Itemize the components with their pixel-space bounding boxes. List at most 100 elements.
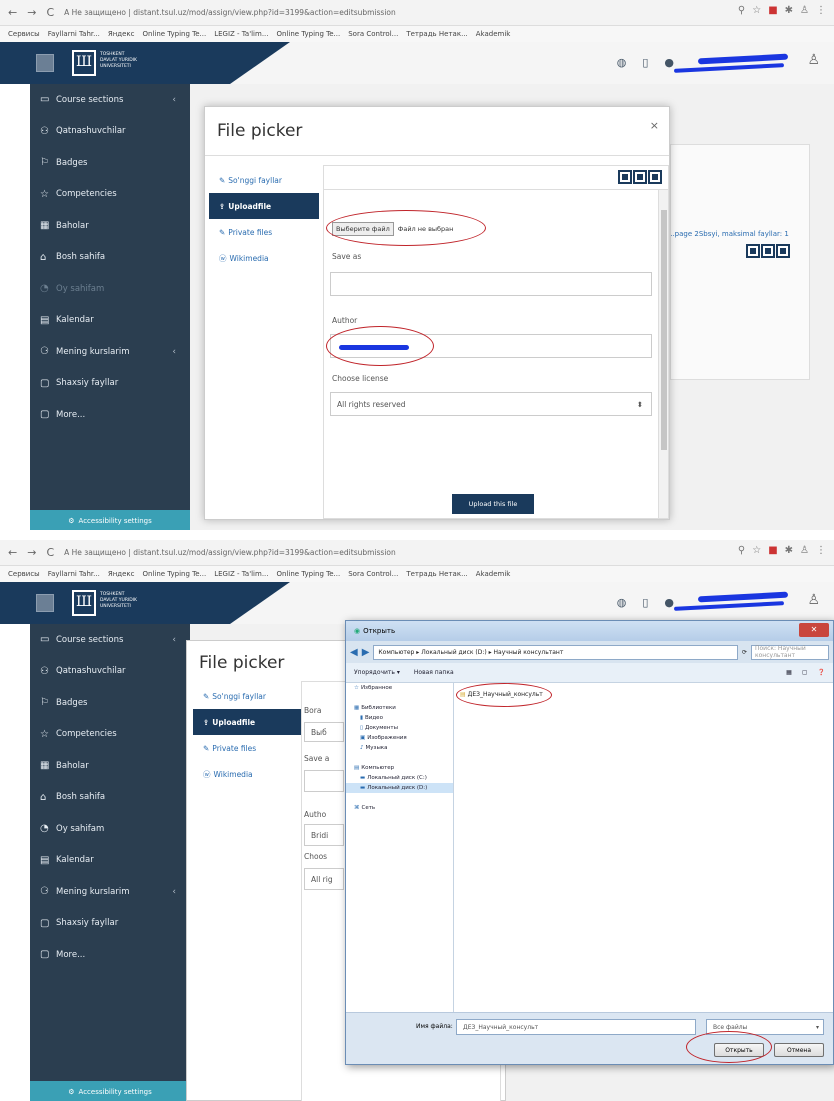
sidebar-item[interactable]: ▤ Kalendar xyxy=(30,845,190,877)
nav-pane-item[interactable]: ▦ Библиотеки xyxy=(346,703,453,713)
bookmark-item[interactable]: Akademik xyxy=(476,30,511,38)
nav-pane-item[interactable]: ▯ Документы xyxy=(346,723,453,733)
bookmark-item[interactable]: LEGIZ - Ta'lim... xyxy=(214,570,268,578)
globe-icon[interactable]: ◍ xyxy=(617,596,627,609)
zoom-icon[interactable]: ⚲ xyxy=(738,5,745,16)
reload-icon[interactable]: C xyxy=(46,546,54,559)
drawer-toggle-button[interactable] xyxy=(36,594,54,612)
nav-pane-item[interactable]: ▬ Локальный диск (D:) xyxy=(346,783,453,793)
repository-item[interactable]: ✎ Private files xyxy=(209,219,319,245)
sidebar-item[interactable]: ◔ Oy sahifam xyxy=(30,813,190,845)
view-icon[interactable]: ▦ xyxy=(786,669,792,676)
help-icon[interactable]: ❓ xyxy=(818,669,825,676)
sidebar-item[interactable]: ◔ Oy sahifam xyxy=(30,273,190,305)
reload-icon[interactable]: C xyxy=(46,6,54,19)
bookmark-item[interactable]: Sora Control... xyxy=(348,30,398,38)
repository-item[interactable]: ✎ So'nggi fayllar xyxy=(193,683,303,709)
bell-icon[interactable]: ▯ xyxy=(642,596,648,609)
repository-item[interactable]: ⇪ Uploadfile xyxy=(209,193,319,219)
university-logo[interactable]: Ш xyxy=(72,50,96,76)
star-icon[interactable]: ☆ xyxy=(752,5,761,16)
nav-pane-item[interactable]: ▤ Компьютер xyxy=(346,763,453,773)
bookmark-item[interactable]: Тетрадь Нетак... xyxy=(406,570,467,578)
sidebar-item[interactable]: ▢ Shaxsiy fayllar xyxy=(30,368,190,400)
nav-pane-item[interactable]: ☆ Избранное xyxy=(346,683,453,693)
bookmark-item[interactable]: Яндекс xyxy=(108,570,135,578)
menu-icon[interactable]: ⋮ xyxy=(816,545,826,556)
sidebar-item[interactable]: ⚐ Badges xyxy=(30,687,190,719)
dialog-search-input[interactable]: Поиск: Научный консультант xyxy=(751,644,829,660)
preview-pane-icon[interactable]: ▢ xyxy=(802,669,808,676)
puzzle-icon[interactable]: ✱ xyxy=(785,545,793,556)
repository-item[interactable]: ✎ So'nggi fayllar xyxy=(209,167,319,193)
university-logo[interactable]: Ш xyxy=(72,590,96,616)
accessibility-settings-button[interactable]: ⚙ Accessibility settings xyxy=(30,510,190,530)
sidebar-item[interactable]: ▦ Baholar xyxy=(30,210,190,242)
repository-item[interactable]: ✎ Private files xyxy=(193,735,303,761)
sidebar-item[interactable]: ▤ Kalendar xyxy=(30,305,190,337)
close-icon[interactable]: × xyxy=(650,119,659,132)
choose-file-short[interactable]: Выб xyxy=(304,722,344,742)
sidebar-item[interactable]: ☆ Competencies xyxy=(30,719,190,751)
bookmark-item[interactable]: Online Typing Te... xyxy=(277,30,341,38)
accessibility-settings-button[interactable]: ⚙ Accessibility settings xyxy=(30,1081,190,1101)
close-icon[interactable]: ✕ xyxy=(799,623,829,637)
sidebar-item[interactable]: ▢ Shaxsiy fayllar xyxy=(30,908,190,940)
nav-pane-item[interactable]: ▣ Изображения xyxy=(346,733,453,743)
bookmark-item[interactable]: Тетрадь Нетак... xyxy=(406,30,467,38)
bookmark-item[interactable]: Яндекс xyxy=(108,30,135,38)
extension-icon[interactable]: ■ xyxy=(768,545,777,556)
back-icon[interactable]: ← xyxy=(8,6,17,19)
bookmark-item[interactable]: Сервисы xyxy=(8,30,40,38)
view-mode-buttons[interactable] xyxy=(618,170,662,184)
profile-icon[interactable]: ♙ xyxy=(800,5,809,16)
sidebar-item[interactable]: ▢ More... xyxy=(30,399,190,431)
bookmark-item[interactable]: Fayllarni Tahr... xyxy=(48,570,100,578)
repository-item[interactable]: ⇪ Uploadfile xyxy=(193,709,303,735)
sidebar-item[interactable]: ▭ Course sections ‹ xyxy=(30,84,190,116)
license-select[interactable]: All rights reserved ⬍ xyxy=(330,392,652,416)
dialog-path[interactable]: Компьютер ▸ Локальный диск (D:) ▸ Научны… xyxy=(373,644,738,660)
filename-input[interactable]: ДЕЗ_Научный_консульт xyxy=(456,1019,696,1035)
chat-icon[interactable]: ● xyxy=(664,596,674,609)
license-select[interactable]: All rig xyxy=(304,868,344,890)
repository-item[interactable]: ⓦ Wikimedia xyxy=(209,245,319,271)
url-text[interactable]: A Не защищено | distant.tsul.uz/mod/assi… xyxy=(64,8,396,17)
star-icon[interactable]: ☆ xyxy=(752,545,761,556)
profile-icon[interactable]: ♙ xyxy=(800,545,809,556)
drawer-toggle-button[interactable] xyxy=(36,54,54,72)
zoom-icon[interactable]: ⚲ xyxy=(738,545,745,556)
user-avatar-icon[interactable]: ♙ xyxy=(807,52,820,68)
new-folder-button[interactable]: Новая папка xyxy=(414,669,454,676)
bookmark-item[interactable]: Sora Control... xyxy=(348,570,398,578)
forward-icon[interactable]: ▶ xyxy=(362,647,370,658)
sidebar-item[interactable]: ⌂ Bosh sahifa xyxy=(30,782,190,814)
sidebar-item[interactable]: ▭ Course sections ‹ xyxy=(30,624,190,656)
bookmark-item[interactable]: Akademik xyxy=(476,570,511,578)
forward-icon[interactable]: → xyxy=(27,546,36,559)
pane-scrollbar[interactable] xyxy=(658,190,668,518)
nav-pane-item[interactable]: ⌘ Сеть xyxy=(346,803,453,813)
nav-pane-item[interactable]: ▬ Локальный диск (C:) xyxy=(346,773,453,783)
forward-icon[interactable]: → xyxy=(27,6,36,19)
repository-item[interactable]: ⓦ Wikimedia xyxy=(193,761,303,787)
chat-icon[interactable]: ● xyxy=(664,56,674,69)
refresh-icon[interactable]: ⟳ xyxy=(742,649,747,656)
bookmark-item[interactable]: LEGIZ - Ta'lim... xyxy=(214,30,268,38)
save-as-input[interactable] xyxy=(304,770,344,792)
sidebar-item[interactable]: ⚐ Badges xyxy=(30,147,190,179)
bookmark-item[interactable]: Online Typing Te... xyxy=(277,570,341,578)
bookmark-item[interactable]: Online Typing Te... xyxy=(143,570,207,578)
sidebar-item[interactable]: ⚇ Qatnashuvchilar xyxy=(30,116,190,148)
organize-button[interactable]: Упорядочить ▾ xyxy=(354,669,400,676)
menu-icon[interactable]: ⋮ xyxy=(816,5,826,16)
cancel-button[interactable]: Отмена xyxy=(774,1043,824,1057)
back-icon[interactable]: ◀ xyxy=(350,647,358,658)
sidebar-item[interactable]: ⚇ Qatnashuvchilar xyxy=(30,656,190,688)
bell-icon[interactable]: ▯ xyxy=(642,56,648,69)
upload-file-button[interactable]: Upload this file xyxy=(452,494,534,514)
puzzle-icon[interactable]: ✱ xyxy=(785,5,793,16)
globe-icon[interactable]: ◍ xyxy=(617,56,627,69)
sidebar-item[interactable]: ⚆ Mening kurslarim ‹ xyxy=(30,336,190,368)
nav-pane-item[interactable]: ♪ Музыка xyxy=(346,743,453,753)
